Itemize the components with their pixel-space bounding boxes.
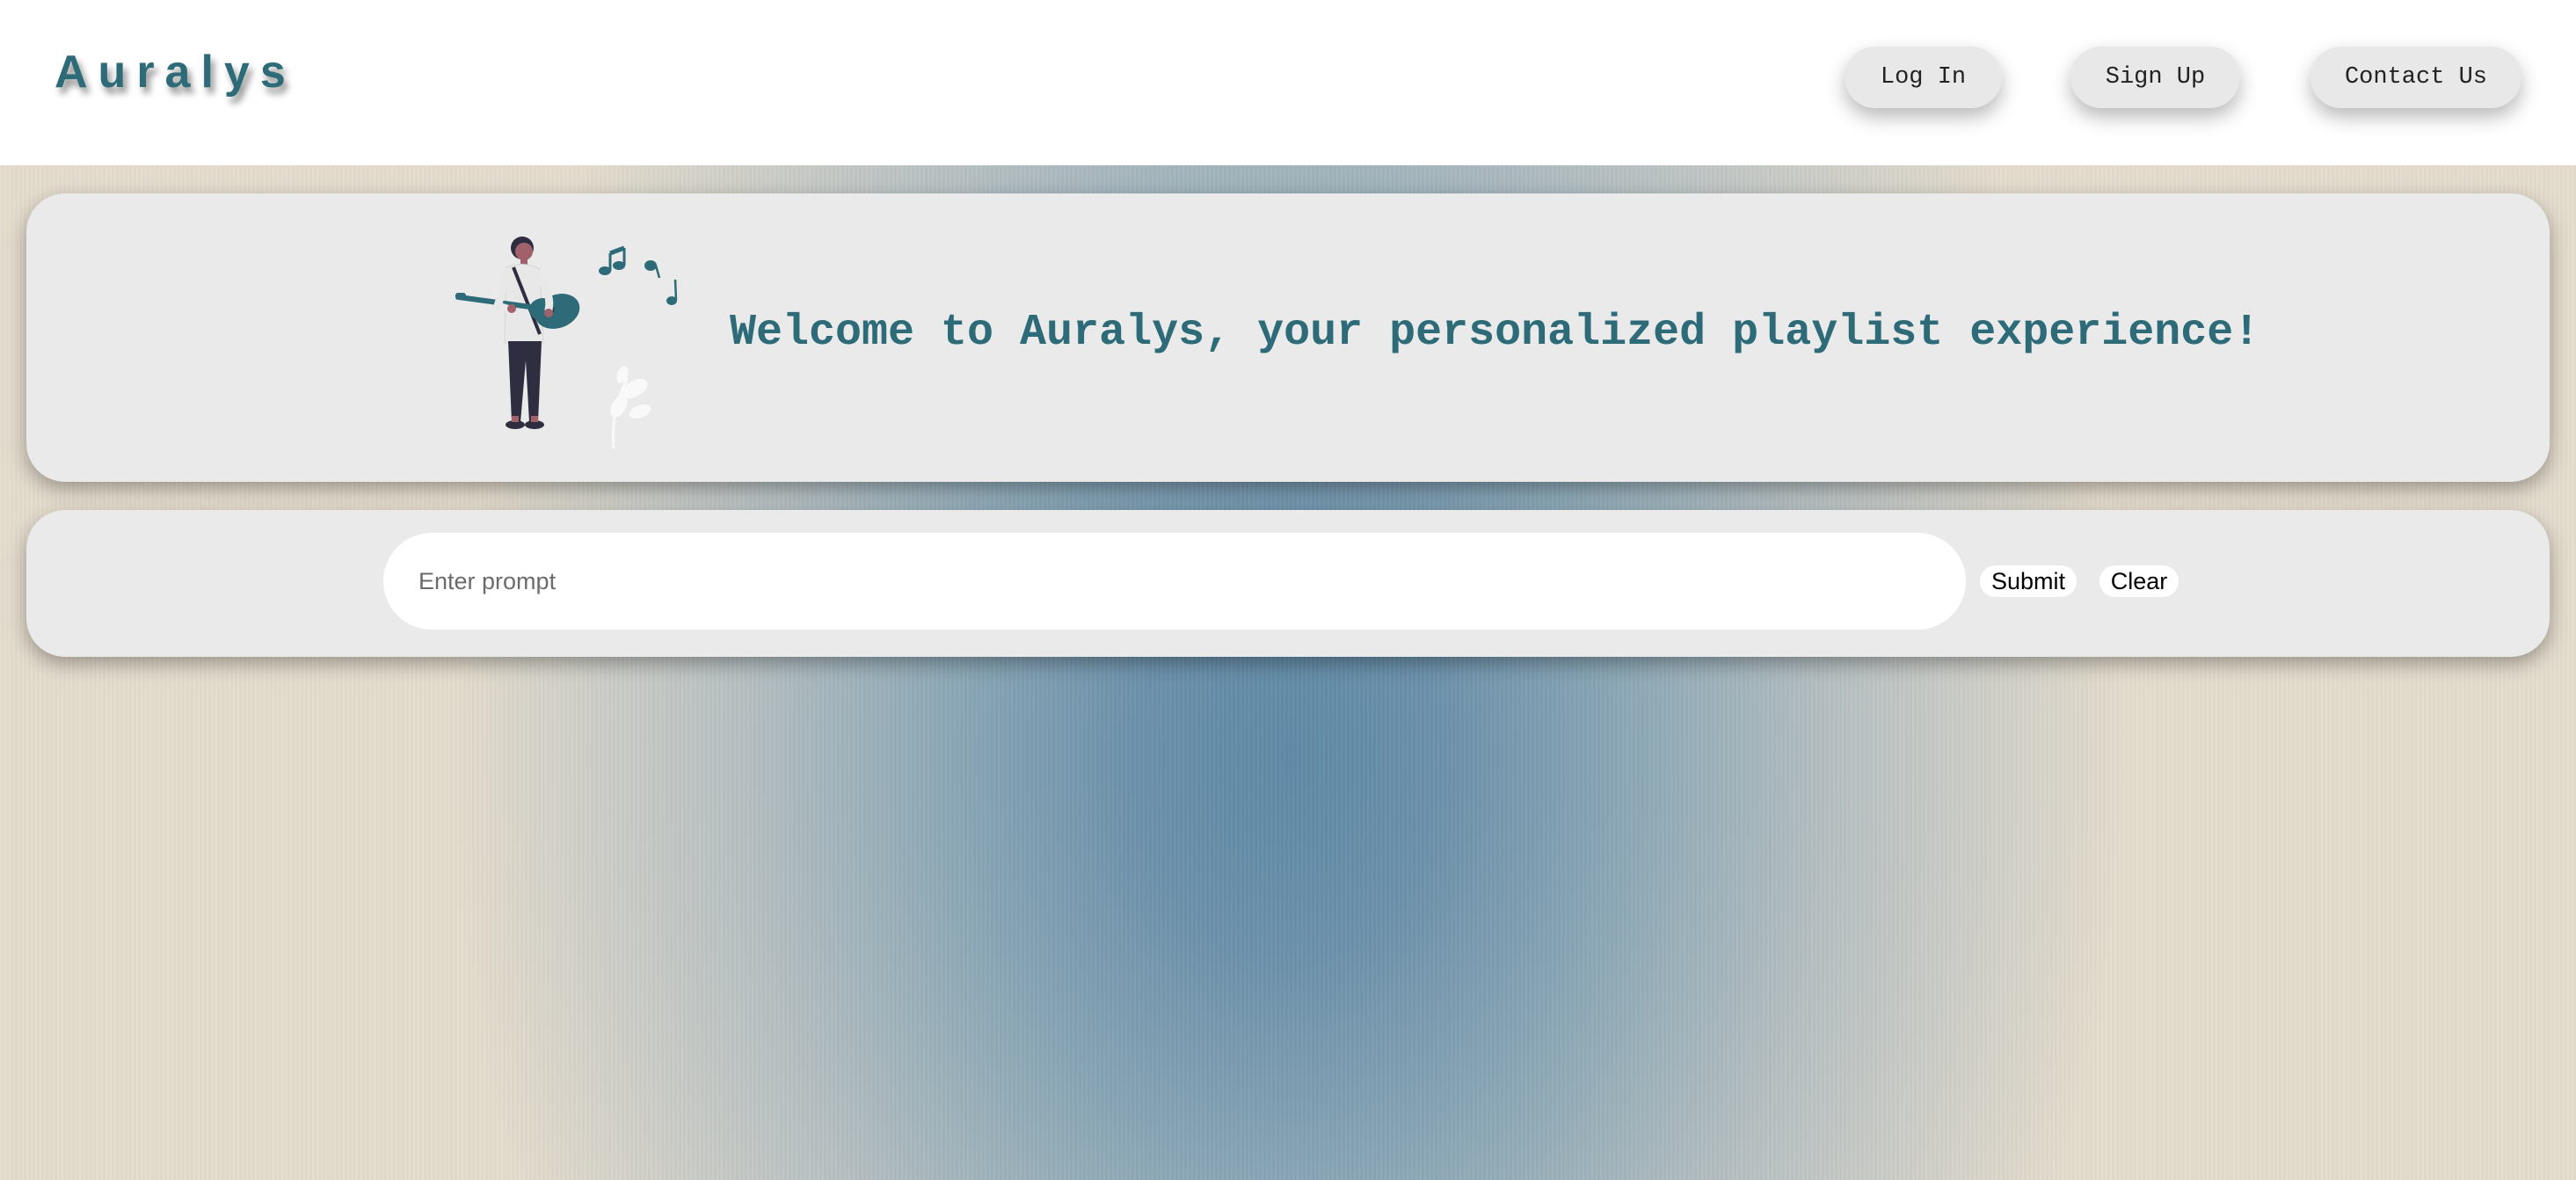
welcome-message: Welcome to Auralys, your personalized pl… [730, 308, 2260, 358]
contact-us-button[interactable]: Contact Us [2310, 47, 2521, 108]
music-notes [599, 245, 678, 305]
site-logo[interactable]: Auralys [55, 46, 296, 98]
clear-button[interactable]: Clear [2099, 565, 2179, 597]
guitarist-illustration [455, 237, 678, 449]
person-figure [455, 237, 580, 429]
top-header: Auralys Log In Sign Up Contact Us [0, 0, 2576, 165]
prompt-card: Submit Clear [26, 510, 2550, 657]
submit-button[interactable]: Submit [1980, 565, 2077, 597]
prompt-input[interactable] [383, 533, 1966, 630]
leaves-decoration [610, 366, 651, 449]
welcome-card: Welcome to Auralys, your personalized pl… [26, 193, 2550, 482]
signup-button[interactable]: Sign Up [2070, 47, 2240, 108]
login-button[interactable]: Log In [1845, 47, 2002, 108]
